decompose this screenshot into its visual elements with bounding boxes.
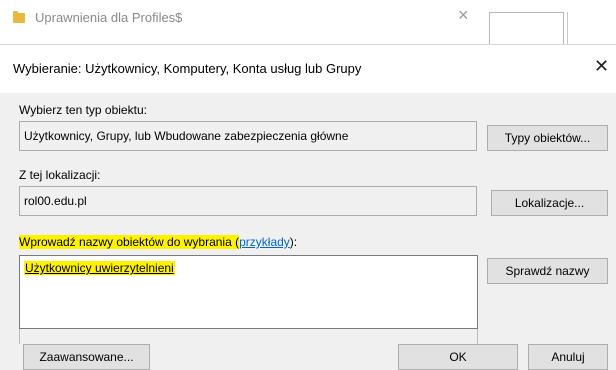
object-names-input[interactable]: Użytkownicy uwierzytelnieni bbox=[19, 255, 478, 329]
dialog-edge-left bbox=[19, 329, 20, 344]
location-label: Z tej lokalizacji: bbox=[19, 168, 101, 182]
background-window-title: Uprawnienia dla Profiles$ bbox=[13, 10, 182, 25]
advanced-button[interactable]: Zaawansowane... bbox=[23, 344, 150, 370]
dialog-titlebar: Wybieranie: Użytkownicy, Komputery, Kont… bbox=[0, 45, 616, 93]
object-name-entry: Użytkownicy uwierzytelnieni bbox=[24, 261, 175, 275]
examples-link[interactable]: przykłady bbox=[239, 235, 290, 249]
dialog-title: Wybieranie: Użytkownicy, Komputery, Kont… bbox=[13, 61, 362, 76]
check-names-button[interactable]: Sprawdź nazwy bbox=[487, 258, 608, 284]
background-window-title-text: Uprawnienia dla Profiles$ bbox=[35, 10, 183, 25]
object-types-button[interactable]: Typy obiektów... bbox=[487, 125, 608, 151]
names-label: Wprowadź nazwy obiektów do wybrania (prz… bbox=[19, 235, 297, 249]
background-window: Uprawnienia dla Profiles$ × bbox=[0, 0, 616, 45]
background-close-icon[interactable]: × bbox=[458, 5, 469, 26]
close-icon[interactable]: ✕ bbox=[594, 57, 609, 75]
background-field bbox=[489, 12, 564, 45]
cancel-button[interactable]: Anuluj bbox=[528, 344, 608, 370]
select-objects-dialog: Wybieranie: Użytkownicy, Komputery, Kont… bbox=[0, 44, 616, 370]
location-field: rol00.edu.pl bbox=[19, 186, 477, 216]
folder-icon bbox=[13, 10, 25, 23]
object-type-label: Wybierz ten typ obiektu: bbox=[19, 103, 147, 117]
names-label-suffix: ): bbox=[289, 235, 298, 249]
ok-button[interactable]: OK bbox=[398, 344, 518, 370]
dialog-edge-right bbox=[477, 329, 478, 344]
locations-button[interactable]: Lokalizacje... bbox=[491, 190, 608, 216]
names-label-text: Wprowadź nazwy obiektów do wybrania ( bbox=[19, 235, 240, 249]
object-type-field: Użytkownicy, Grupy, lub Wbudowane zabezp… bbox=[19, 121, 477, 151]
